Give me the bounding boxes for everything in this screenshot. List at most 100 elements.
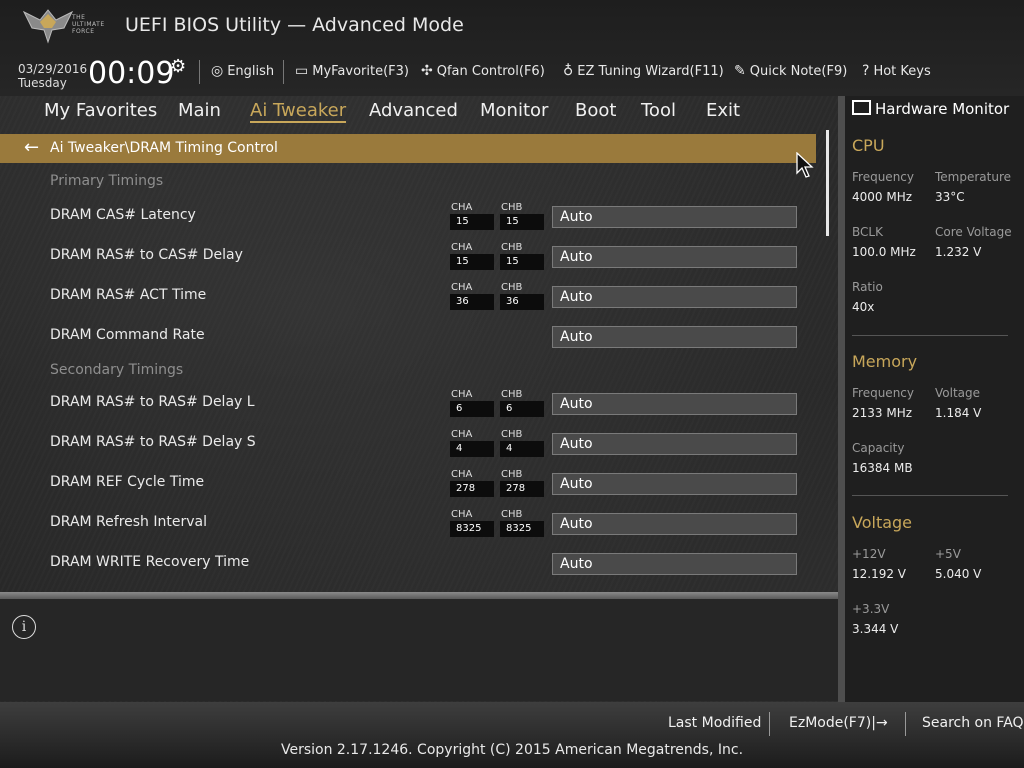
- setting-select[interactable]: Auto: [552, 513, 797, 535]
- cha-label: CHA: [451, 429, 473, 440]
- ezmode-button[interactable]: EzMode(F7)|→: [789, 715, 888, 731]
- core-voltage-value: 1.232 V: [935, 245, 982, 259]
- ratio-label: Ratio: [852, 280, 883, 294]
- bclk-value: 100.0 MHz: [852, 245, 916, 259]
- chb-label: CHB: [501, 389, 523, 400]
- v5-value: 5.040 V: [935, 567, 982, 581]
- setting-label: DRAM RAS# ACT Time: [50, 287, 207, 303]
- last-modified-button[interactable]: Last Modified: [668, 715, 761, 731]
- chb-label: CHB: [501, 429, 523, 440]
- setting-label: DRAM WRITE Recovery Time: [50, 554, 250, 570]
- cha-value: 6: [450, 401, 494, 417]
- setting-label: DRAM Command Rate: [50, 327, 205, 343]
- v33-label: +3.3V: [852, 602, 890, 616]
- tab-tool[interactable]: Tool: [641, 100, 676, 121]
- memory-frequency-value: 2133 MHz: [852, 406, 913, 420]
- scrollbar[interactable]: [826, 130, 829, 236]
- breadcrumb-text: Ai Tweaker\DRAM Timing Control: [50, 140, 278, 156]
- memory-voltage-value: 1.184 V: [935, 406, 982, 420]
- myfavorite-label: MyFavorite(F3): [312, 64, 409, 79]
- logo-text-line: FORCE: [72, 28, 95, 35]
- tuf-logo: [22, 9, 74, 44]
- cpu-frequency-value: 4000 MHz: [852, 190, 913, 204]
- tab-main[interactable]: Main: [178, 100, 221, 121]
- setting-label: DRAM RAS# to CAS# Delay: [50, 247, 243, 263]
- search-faq-button[interactable]: Search on FAQ: [922, 715, 1024, 731]
- chb-label: CHB: [501, 469, 523, 480]
- bclk-label: BCLK: [852, 225, 883, 239]
- memory-frequency-label: Frequency: [852, 386, 914, 400]
- chb-value: 15: [500, 214, 544, 230]
- setting-label: DRAM RAS# to RAS# Delay L: [50, 394, 255, 410]
- v33-value: 3.344 V: [852, 622, 899, 636]
- tab-monitor[interactable]: Monitor: [480, 100, 548, 121]
- cha-value: 8325: [450, 521, 494, 537]
- v12-value: 12.192 V: [852, 567, 907, 581]
- cha-value: 36: [450, 294, 494, 310]
- cha-label: CHA: [451, 389, 473, 400]
- gear-icon[interactable]: ⚙: [170, 56, 186, 77]
- ez-tuning-button[interactable]: ♁ EZ Tuning Wizard(F11): [563, 63, 724, 79]
- chb-value: 15: [500, 254, 544, 270]
- chb-label: CHB: [501, 242, 523, 253]
- myfavorite-button[interactable]: ▭ MyFavorite(F3): [295, 63, 409, 79]
- setting-select[interactable]: Auto: [552, 206, 797, 228]
- cha-label: CHA: [451, 469, 473, 480]
- setting-select[interactable]: Auto: [552, 246, 797, 268]
- day-text: Tuesday: [18, 76, 67, 90]
- setting-label: DRAM RAS# to RAS# Delay S: [50, 434, 256, 450]
- setting-select[interactable]: Auto: [552, 326, 797, 348]
- v12-label: +12V: [852, 547, 886, 561]
- memory-voltage-label: Voltage: [935, 386, 981, 400]
- chb-value: 4: [500, 441, 544, 457]
- voltage-heading: Voltage: [852, 513, 913, 532]
- ez-tuning-label: EZ Tuning Wizard(F11): [577, 64, 724, 79]
- hot-keys-label: Hot Keys: [873, 64, 931, 79]
- info-icon: i: [12, 615, 36, 639]
- app-title: UEFI BIOS Utility — Advanced Mode: [125, 14, 464, 36]
- back-arrow-icon[interactable]: ←: [24, 137, 39, 158]
- hot-keys-button[interactable]: ? Hot Keys: [862, 63, 931, 79]
- breadcrumb[interactable]: ← Ai Tweaker\DRAM Timing Control: [0, 134, 816, 163]
- cpu-heading: CPU: [852, 136, 885, 155]
- section-secondary-timings: Secondary Timings: [50, 362, 184, 378]
- mouse-cursor-icon: [796, 152, 814, 178]
- setting-select[interactable]: Auto: [552, 393, 797, 415]
- section-primary-timings: Primary Timings: [50, 173, 164, 189]
- panel-separator: [838, 96, 845, 702]
- monitor-icon: [852, 100, 871, 115]
- tab-advanced[interactable]: Advanced: [369, 100, 458, 121]
- panel-divider: [0, 592, 838, 599]
- version-text: Version 2.17.1246. Copyright (C) 2015 Am…: [280, 742, 744, 758]
- v5-label: +5V: [935, 547, 961, 561]
- setting-select[interactable]: Auto: [552, 433, 797, 455]
- chb-value: 8325: [500, 521, 544, 537]
- bulb-icon: ♁: [563, 63, 574, 79]
- qfan-button[interactable]: ✣ Qfan Control(F6): [421, 63, 545, 79]
- tab-boot[interactable]: Boot: [575, 100, 616, 121]
- language-button[interactable]: ◎ English: [211, 63, 274, 79]
- setting-select[interactable]: Auto: [552, 286, 797, 308]
- divider: [769, 712, 770, 736]
- tab-ai-tweaker[interactable]: Ai Tweaker: [250, 100, 347, 123]
- cpu-temperature-value: 33°C: [935, 190, 965, 204]
- divider: [852, 495, 1008, 496]
- tab-exit[interactable]: Exit: [706, 100, 740, 121]
- chb-label: CHB: [501, 282, 523, 293]
- globe-icon: ◎: [211, 63, 224, 79]
- setting-select[interactable]: Auto: [552, 473, 797, 495]
- cpu-temperature-label: Temperature: [935, 170, 1012, 184]
- question-icon: ?: [862, 63, 870, 79]
- setting-select[interactable]: Auto: [552, 553, 797, 575]
- core-voltage-label: Core Voltage: [935, 225, 1012, 239]
- fan-icon: ✣: [421, 63, 433, 79]
- divider: [852, 335, 1008, 336]
- tab-my-favorites[interactable]: My Favorites: [44, 100, 157, 121]
- chb-label: CHB: [501, 202, 523, 213]
- cha-label: CHA: [451, 282, 473, 293]
- logo-text-line: THE: [72, 14, 86, 21]
- setting-label: DRAM CAS# Latency: [50, 207, 196, 223]
- quick-note-button[interactable]: ✎ Quick Note(F9): [734, 63, 847, 79]
- divider: [283, 60, 284, 84]
- cha-value: 15: [450, 214, 494, 230]
